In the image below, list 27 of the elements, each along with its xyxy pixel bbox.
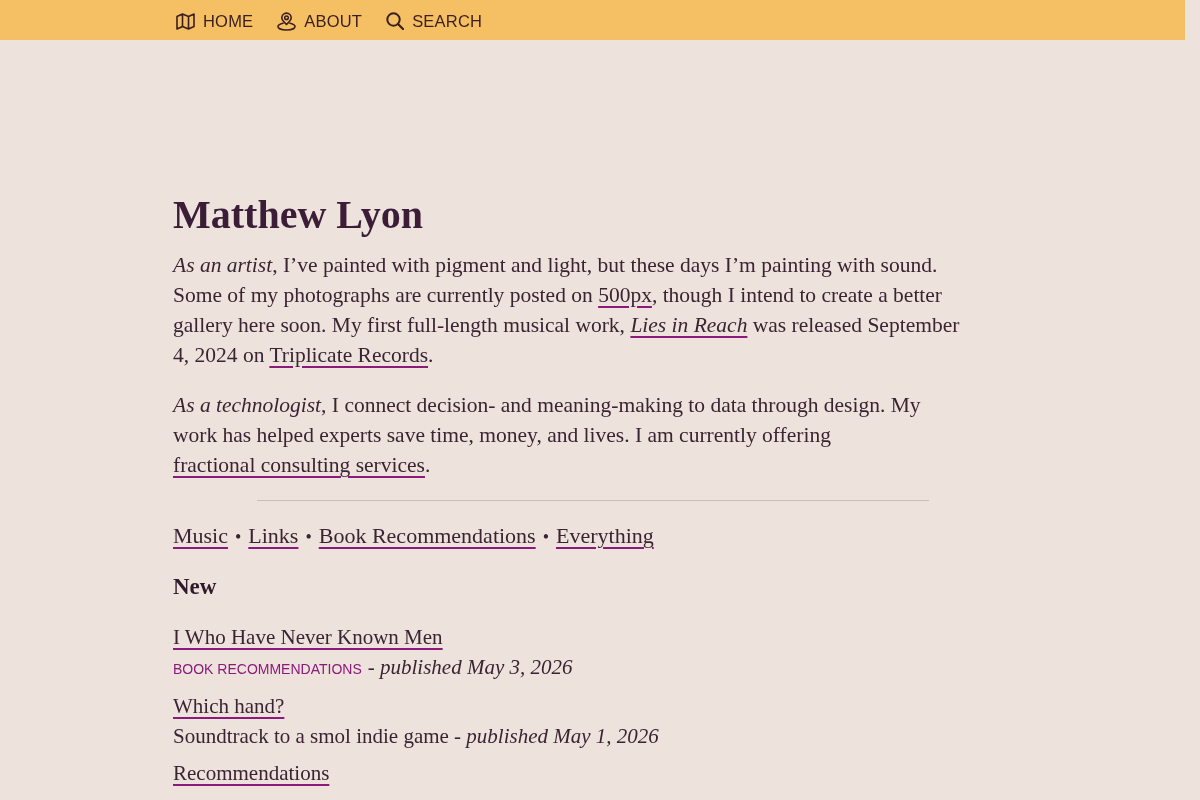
bullet-separator: • [235,526,242,549]
post-meta: - published May 3, 2026 [367,654,573,681]
text-link[interactable]: Lies in Reach [630,313,748,337]
category-link[interactable]: BOOK RECOMMENDATIONS [173,654,362,684]
section-heading: New [173,573,218,601]
map-icon [176,12,195,30]
text-link[interactable]: Triplicate Records [269,343,428,367]
section-link[interactable]: Music [173,521,228,551]
text-link[interactable]: 500px [598,283,652,307]
section-link[interactable]: Links [248,521,299,551]
post-meta: Soundtrack to a smol indie game - published May 1, 2026 [173,723,659,750]
nav-link[interactable]: SEARCH [386,9,483,31]
post-title-link[interactable]: I Who Have Never Known Men [173,625,443,649]
intro-paragraph: As an artist, I’ve painted with pigment and light, but these days I’m painting with sound. Some of my photographs are currently posted on 500px, though I intend to create a better gallery here soon. My first full-length musical work, Lies in Reach was released September 4, 2024 on Triplicate Records. [173,252,961,369]
section-link[interactable]: Everything [556,521,654,551]
nav-link[interactable]: ABOUT [277,9,363,31]
intro-paragraph: As a technologist, I connect decision- and meaning-making to data through design. My work has helped experts save time, money, and lives. I am currently offering fractional consulting services. [173,392,922,479]
post-title-link[interactable]: Which hand? [173,694,285,718]
text-link[interactable]: fractional consulting services [173,453,425,477]
pin-icon [277,11,297,31]
post-title-link[interactable]: Recommendations [173,761,330,785]
section-link[interactable]: Book Recommendations [318,521,536,551]
nav-link[interactable]: HOME [176,9,254,31]
bullet-separator: • [305,526,312,549]
page-title: Matthew Lyon [173,191,424,239]
bullet-separator: • [542,526,549,549]
search-icon [386,12,405,30]
